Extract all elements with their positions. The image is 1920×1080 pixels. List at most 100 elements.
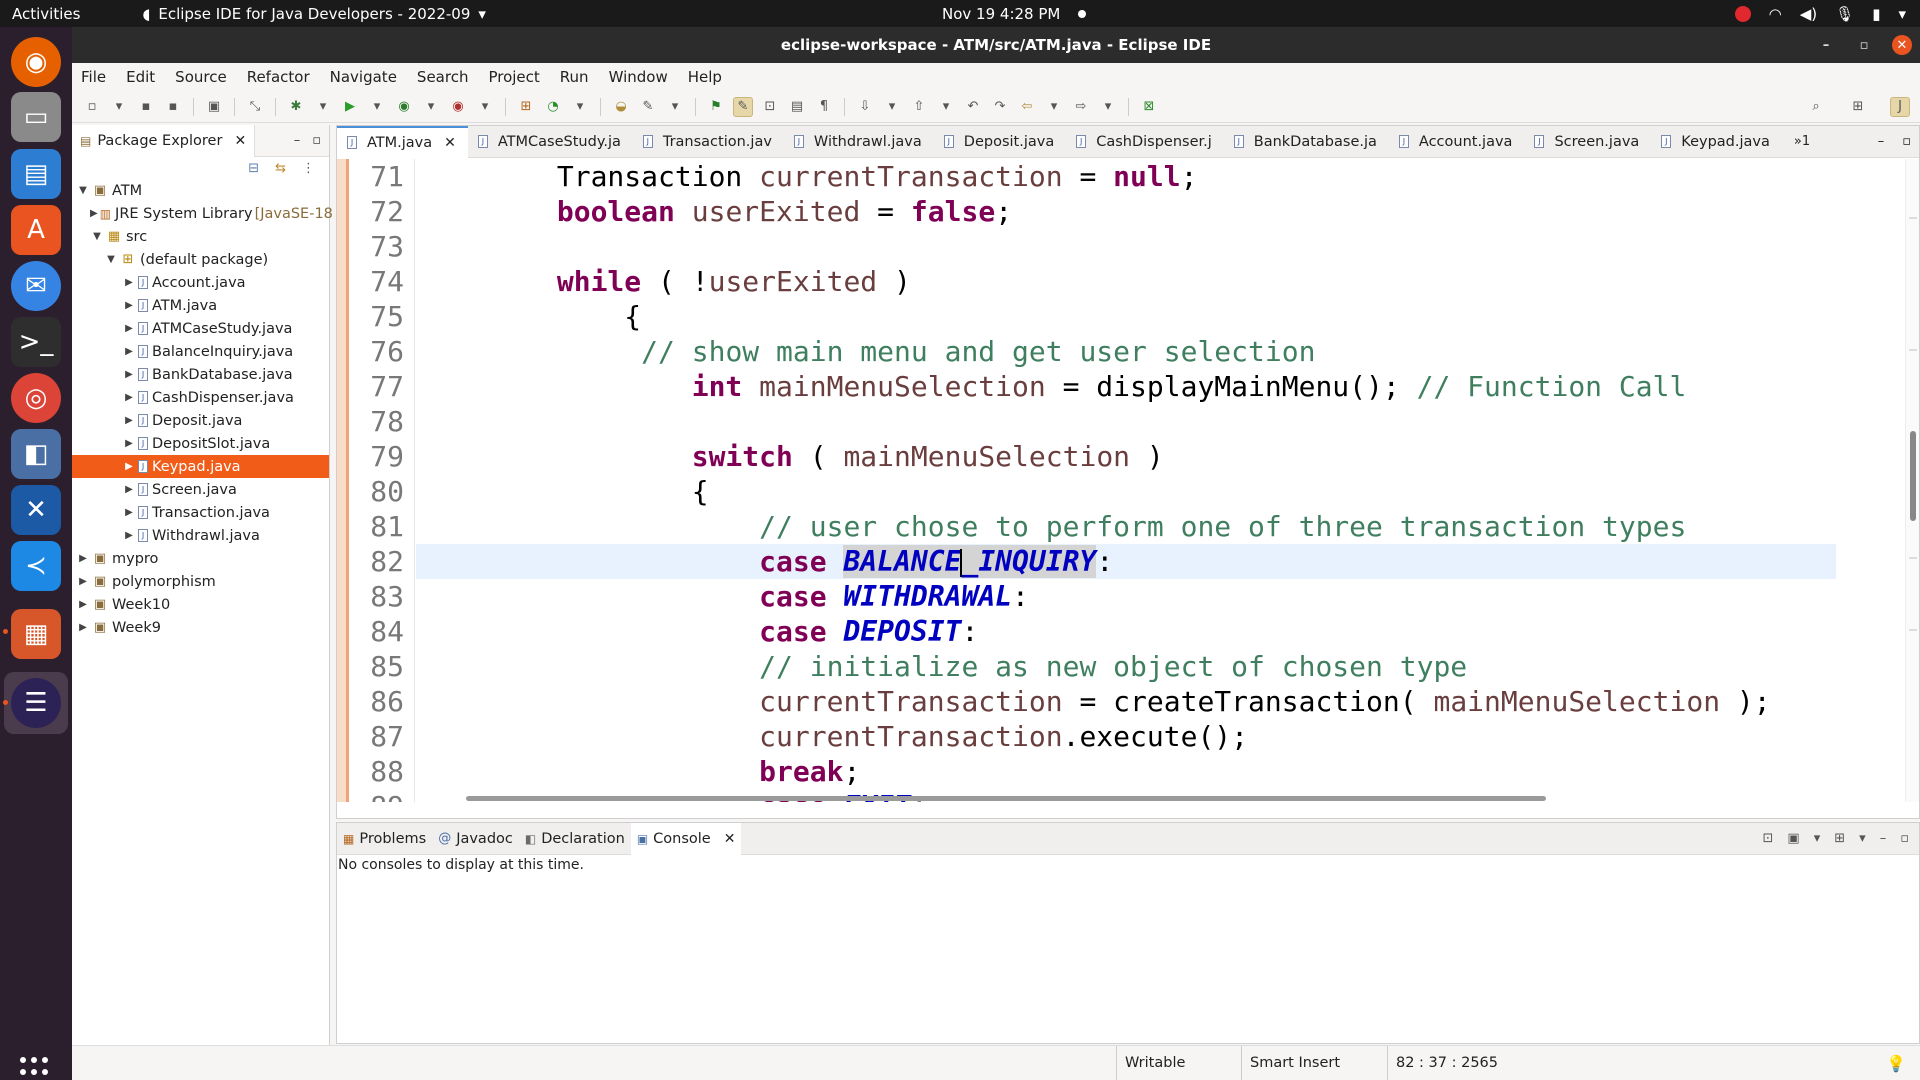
- tree-item-file[interactable]: ▶ J Screen.java: [72, 478, 329, 501]
- chevron-right-icon[interactable]: ▶: [76, 553, 90, 564]
- menu-source[interactable]: Source: [165, 68, 237, 86]
- tree-item-file[interactable]: ▶ J BalanceInquiry.java: [72, 340, 329, 363]
- tree-item-file[interactable]: ▶ J Account.java: [72, 271, 329, 294]
- software-center-icon[interactable]: A: [11, 205, 61, 255]
- chevron-right-icon[interactable]: ▶: [122, 415, 136, 426]
- impress-icon[interactable]: ▦: [11, 609, 61, 659]
- chevron-down-icon[interactable]: ▾: [570, 97, 590, 117]
- maximize-view-icon[interactable]: ▫: [1902, 134, 1911, 149]
- search-icon[interactable]: ⌕: [1806, 97, 1826, 117]
- minimize-view-icon[interactable]: –: [294, 133, 301, 148]
- chevron-down-icon[interactable]: ▾: [936, 97, 956, 117]
- tree-item-project[interactable]: ▶ ▣ polymorphism: [72, 570, 329, 593]
- writer-icon[interactable]: ▤: [11, 149, 61, 199]
- tree-item-file[interactable]: ▶ J BankDatabase.java: [72, 363, 329, 386]
- tree-item-file-selected[interactable]: ▶ J Keypad.java: [72, 455, 329, 478]
- debug-icon[interactable]: ✱: [286, 97, 306, 117]
- lightbulb-icon[interactable]: 💡: [1886, 1054, 1906, 1073]
- editor-tab[interactable]: J Transaction.jav: [633, 126, 784, 158]
- chevron-down-icon[interactable]: ▼: [104, 254, 118, 265]
- tree-item-file[interactable]: ▶ J Withdrawl.java: [72, 524, 329, 547]
- show-whitespace-icon[interactable]: ¶: [814, 97, 834, 117]
- package-explorer-tab[interactable]: ▤ Package Explorer ✕: [72, 124, 256, 157]
- tree-item-file[interactable]: ▶ J ATM.java: [72, 294, 329, 317]
- maximize-view-icon[interactable]: ▫: [312, 133, 321, 148]
- firefox-icon[interactable]: ◉: [11, 37, 61, 87]
- minimize-button[interactable]: –: [1816, 35, 1836, 55]
- close-button[interactable]: ✕: [1892, 35, 1912, 55]
- tree-item-file[interactable]: ▶ J Transaction.java: [72, 501, 329, 524]
- mark-occurrences-icon[interactable]: ✎: [733, 96, 753, 117]
- close-icon[interactable]: ✕: [444, 135, 456, 151]
- tab-declaration[interactable]: ◧ Declaration: [519, 823, 631, 855]
- pin-editor-icon[interactable]: ⊠: [1139, 97, 1159, 117]
- app-menu[interactable]: ◖ Eclipse IDE for Java Developers - 2022…: [142, 5, 485, 23]
- pin-console-icon[interactable]: ⊡: [1763, 831, 1774, 846]
- menu-file[interactable]: File: [72, 68, 116, 86]
- open-type-icon[interactable]: ◒: [611, 97, 631, 117]
- chevron-right-icon[interactable]: ▶: [90, 208, 98, 219]
- tab-console[interactable]: ▣ Console ✕: [630, 822, 742, 855]
- save-all-icon[interactable]: ▪: [163, 97, 183, 117]
- chevron-right-icon[interactable]: ▶: [122, 300, 136, 311]
- new-icon[interactable]: ▫: [82, 97, 102, 117]
- terminal-icon[interactable]: ▣: [204, 97, 224, 117]
- forward-edit-icon[interactable]: ↷: [990, 97, 1010, 117]
- annotation-icon[interactable]: ⚑: [706, 97, 726, 117]
- vscode-icon[interactable]: ≺: [11, 541, 61, 591]
- new-java-class-icon[interactable]: ◔: [543, 97, 563, 117]
- editor-tab[interactable]: J Screen.java: [1524, 126, 1651, 158]
- menu-navigate[interactable]: Navigate: [320, 68, 407, 86]
- menu-run[interactable]: Run: [550, 68, 599, 86]
- new-java-package-icon[interactable]: ⊞: [516, 97, 536, 117]
- chevron-right-icon[interactable]: ▶: [122, 461, 136, 472]
- tree-item-jre[interactable]: ▶ ▥ JRE System Library [JavaSE-18: [72, 202, 333, 225]
- chevron-down-icon[interactable]: ▼: [76, 185, 90, 196]
- eclipse-icon[interactable]: ☰: [11, 678, 61, 728]
- more-tabs-button[interactable]: »1: [1782, 134, 1822, 149]
- menu-project[interactable]: Project: [478, 68, 549, 86]
- system-tray[interactable]: ◠ ◀) 🎙 ▮ ▾: [1734, 5, 1906, 23]
- word-wrap-icon[interactable]: ▤: [787, 97, 807, 117]
- thunderbird-icon[interactable]: ✉: [11, 261, 61, 311]
- chevron-down-icon[interactable]: ▾: [1859, 831, 1866, 846]
- chevron-down-icon[interactable]: ▾: [109, 97, 129, 117]
- java-perspective-icon[interactable]: J: [1890, 96, 1910, 117]
- chevron-right-icon[interactable]: ▶: [122, 530, 136, 541]
- forward-icon[interactable]: ⇨: [1071, 97, 1091, 117]
- open-perspective-icon[interactable]: ⊞: [1848, 97, 1868, 117]
- link-with-editor-icon[interactable]: ⇆: [275, 161, 286, 176]
- tree-item-file[interactable]: ▶ J CashDispenser.java: [72, 386, 329, 409]
- search-tool-icon[interactable]: ✎: [638, 97, 658, 117]
- menu-search[interactable]: Search: [407, 68, 479, 86]
- minimize-view-icon[interactable]: –: [1878, 134, 1885, 149]
- tree-item-src[interactable]: ▼ ▦ src: [72, 225, 329, 248]
- tree-item-file[interactable]: ▶ J DepositSlot.java: [72, 432, 329, 455]
- menu-help[interactable]: Help: [678, 68, 732, 86]
- tree-item-file[interactable]: ▶ J ATMCaseStudy.java: [72, 317, 329, 340]
- view-menu-icon[interactable]: ⋮: [302, 161, 315, 176]
- maximize-button[interactable]: ▫: [1854, 35, 1874, 55]
- chevron-right-icon[interactable]: ▶: [122, 438, 136, 449]
- run-icon[interactable]: ▶: [340, 97, 360, 117]
- close-icon[interactable]: ✕: [234, 133, 246, 149]
- tree-item-project[interactable]: ▶ ▣ Week9: [72, 616, 329, 639]
- chevron-down-icon[interactable]: ▾: [1814, 831, 1821, 846]
- chevron-down-icon[interactable]: ▾: [367, 97, 387, 117]
- previous-annotation-icon[interactable]: ⇧: [909, 97, 929, 117]
- horizontal-scroll-thumb[interactable]: [466, 796, 1546, 801]
- horizontal-scrollbar[interactable]: [416, 794, 1906, 802]
- menu-edit[interactable]: Edit: [116, 68, 165, 86]
- chevron-right-icon[interactable]: ▶: [122, 507, 136, 518]
- editor-tab[interactable]: J ATMCaseStudy.ja: [468, 126, 633, 158]
- tree-item-project[interactable]: ▶ ▣ Week10: [72, 593, 329, 616]
- external-tools-icon[interactable]: ◉: [448, 97, 468, 117]
- tree-item-default-package[interactable]: ▼ ⊞ (default package): [72, 248, 329, 271]
- chevron-right-icon[interactable]: ▶: [122, 484, 136, 495]
- chevron-down-icon[interactable]: ▾: [1098, 97, 1118, 117]
- close-icon[interactable]: ✕: [724, 831, 736, 847]
- chevron-right-icon[interactable]: ▶: [76, 622, 90, 633]
- minimize-view-icon[interactable]: –: [1880, 831, 1887, 846]
- open-console-icon[interactable]: ⊞: [1834, 831, 1845, 846]
- editor-tab-atm-java[interactable]: J ATM.java ✕: [337, 125, 468, 158]
